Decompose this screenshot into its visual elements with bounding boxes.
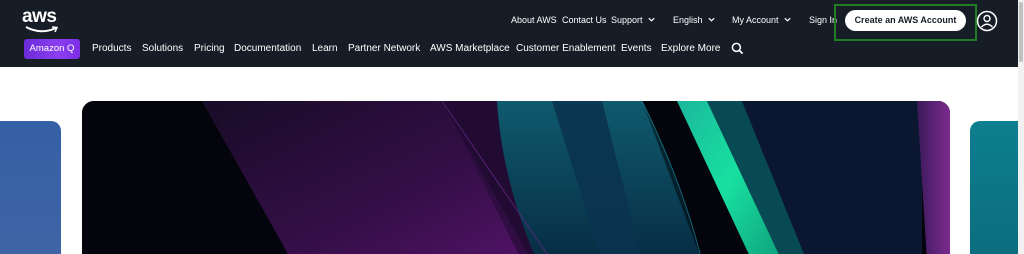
support-dropdown[interactable]: Support — [611, 15, 656, 25]
nav-learn[interactable]: Learn — [312, 43, 338, 54]
contact-us-link[interactable]: Contact Us — [562, 15, 607, 25]
nav-events[interactable]: Events — [621, 43, 652, 54]
create-account-button[interactable]: Create an AWS Account — [845, 10, 966, 31]
carousel-card-next[interactable] — [970, 121, 1018, 254]
sign-in-link[interactable]: Sign In — [809, 15, 837, 25]
sign-in-label: Sign In — [809, 15, 838, 25]
page-scrollbar[interactable] — [1018, 0, 1024, 254]
about-aws-label: About AWS — [511, 15, 557, 25]
language-dropdown[interactable]: English — [673, 15, 716, 25]
hero-artwork — [82, 101, 950, 254]
nav-pricing[interactable]: Pricing — [194, 43, 225, 54]
nav-solutions[interactable]: Solutions — [142, 43, 183, 54]
carousel-card-previous[interactable] — [0, 121, 61, 254]
my-account-dropdown[interactable]: My Account — [732, 15, 792, 25]
nav-aws-marketplace[interactable]: AWS Marketplace — [430, 43, 510, 54]
chevron-down-icon — [707, 17, 715, 22]
user-circle-icon[interactable] — [976, 10, 998, 32]
language-label: English — [673, 15, 703, 25]
nav-explore-more[interactable]: Explore More — [661, 43, 720, 54]
contact-us-label: Contact Us — [562, 15, 607, 25]
chevron-down-icon — [783, 17, 791, 22]
my-account-label: My Account — [732, 15, 779, 25]
nav-customer-enablement[interactable]: Customer Enablement — [516, 43, 616, 54]
nav-documentation[interactable]: Documentation — [234, 43, 301, 54]
search-icon[interactable] — [731, 42, 744, 55]
global-header: aws About AWS Contact Us Support English… — [0, 0, 1024, 67]
support-label: Support — [611, 15, 643, 25]
chevron-down-icon — [647, 17, 655, 22]
amazon-q-button[interactable]: Amazon Q — [24, 39, 80, 59]
about-aws-link[interactable]: About AWS — [511, 15, 557, 25]
nav-partner-network[interactable]: Partner Network — [348, 43, 420, 54]
scrollbar-thumb[interactable] — [1019, 2, 1023, 62]
hero-banner[interactable] — [82, 101, 950, 254]
nav-products[interactable]: Products — [92, 43, 131, 54]
main-nav: Amazon Q Products Solutions Pricing Docu… — [0, 39, 1024, 59]
